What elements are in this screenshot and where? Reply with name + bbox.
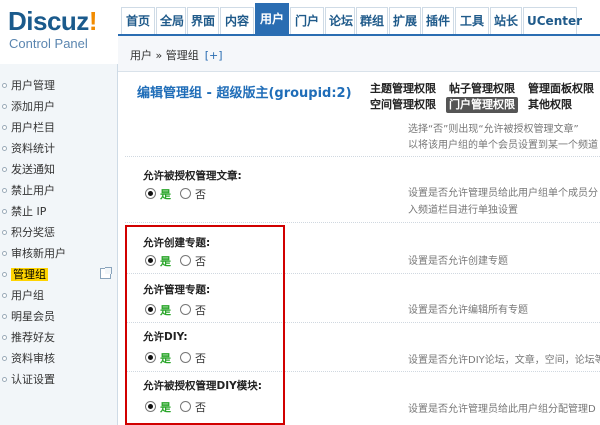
- annotation-highlight-box: [125, 225, 285, 425]
- tab-space-permissions[interactable]: 空间管理权限: [367, 97, 439, 113]
- tab-global[interactable]: 全局: [156, 7, 186, 34]
- setting-desc-create-topic: 设置是否允许创建专题: [408, 256, 508, 267]
- tab-webmaster[interactable]: 站长: [490, 7, 522, 34]
- main-content: 编辑管理组 - 超级版主(groupid:2) 主题管理权限 帖子管理权限 管理…: [119, 72, 600, 425]
- tab-tools[interactable]: 工具: [455, 7, 489, 34]
- tab-groups[interactable]: 群组: [356, 7, 388, 34]
- bullet-icon: [2, 293, 7, 298]
- bullet-icon: [2, 377, 7, 382]
- sidebar-item-profile-review[interactable]: 资料审核: [0, 349, 117, 368]
- add-shortcut-button[interactable]: [+]: [205, 49, 223, 62]
- setting-desc-allow-diy: 设置是否允许DIY论坛，文章，空间，论坛等: [408, 355, 600, 366]
- logo-subtitle: Control Panel: [9, 36, 88, 51]
- tab-interface[interactable]: 界面: [187, 7, 219, 34]
- tab-panel-permissions[interactable]: 管理面板权限: [525, 81, 597, 97]
- bullet-icon: [2, 209, 7, 214]
- tab-portal-permissions[interactable]: 门户管理权限: [446, 97, 518, 113]
- setting-desc-manage-articles-1: 设置是否允许管理员给此用户组单个成员分: [408, 188, 598, 199]
- setting-label-manage-articles: 允许被授权管理文章:: [143, 170, 242, 182]
- sidebar-item-ban-ip[interactable]: 禁止 IP: [0, 202, 117, 221]
- tab-other-permissions[interactable]: 其他权限: [525, 97, 575, 113]
- tab-home[interactable]: 首页: [121, 7, 155, 34]
- bullet-icon: [2, 188, 7, 193]
- breadcrumb-bar: 用户 » 管理组 [+]: [118, 36, 600, 72]
- tab-plugins[interactable]: 插件: [422, 7, 454, 34]
- sidebar-item-ban-user[interactable]: 禁止用户: [0, 181, 117, 200]
- sidebar-item-profile-stats[interactable]: 资料统计: [0, 139, 117, 158]
- setting-desc-manage-articles-2: 入频道栏目进行单独设置: [408, 205, 518, 216]
- top-description-2: 以将该用户组的单个会员设置到某一个频道: [408, 140, 598, 151]
- tab-users[interactable]: 用户: [255, 3, 289, 34]
- tab-forum[interactable]: 论坛: [325, 7, 355, 34]
- open-external-icon[interactable]: [100, 267, 112, 279]
- logo-brand: Discuz!: [8, 6, 97, 36]
- bullet-icon: [2, 104, 7, 109]
- bullet-icon: [2, 356, 7, 361]
- bullet-icon: [2, 146, 7, 151]
- divider: [125, 222, 600, 223]
- sidebar-item-user-columns[interactable]: 用户栏目: [0, 118, 117, 137]
- bullet-icon: [2, 335, 7, 340]
- tab-topic-permissions[interactable]: 主题管理权限: [367, 81, 439, 97]
- tab-extensions[interactable]: 扩展: [389, 7, 421, 34]
- sidebar: 用户管理 添加用户 用户栏目 资料统计 发送通知 禁止用户 禁止 IP 积分奖惩…: [0, 64, 118, 425]
- bullet-icon: [2, 167, 7, 172]
- bullet-icon: [2, 125, 7, 130]
- tab-ucenter[interactable]: UCenter: [523, 7, 582, 34]
- sidebar-item-credit-rewards[interactable]: 积分奖惩: [0, 223, 117, 242]
- divider: [125, 156, 600, 157]
- bullet-icon: [2, 251, 7, 256]
- bullet-icon: [2, 314, 7, 319]
- setting-desc-manage-diy-blocks: 设置是否允许管理员给此用户组分配管理D: [408, 404, 596, 415]
- top-description-1: 选择“否”则出现“允许被授权管理文章”: [408, 124, 579, 135]
- tab-post-permissions[interactable]: 帖子管理权限: [446, 81, 518, 97]
- sidebar-item-moderate-users[interactable]: 审核新用户: [0, 244, 117, 263]
- sidebar-item-star-members[interactable]: 明星会员: [0, 307, 117, 326]
- page-title: 编辑管理组 - 超级版主(groupid:2): [137, 86, 352, 101]
- bullet-icon: [2, 83, 7, 88]
- bullet-icon: [2, 230, 7, 235]
- sidebar-item-send-notice[interactable]: 发送通知: [0, 160, 117, 179]
- sidebar-item-admin-groups[interactable]: 管理组: [0, 265, 117, 284]
- top-nav: 首页 全局 界面 内容 用户 门户 论坛 群组 扩展 插件 工具 站长 UCen…: [118, 0, 600, 34]
- logo: Discuz! Control Panel: [0, 0, 118, 64]
- sidebar-item-add-user[interactable]: 添加用户: [0, 97, 117, 116]
- breadcrumb: 用户 » 管理组 [+]: [130, 49, 223, 62]
- setting-desc-manage-topic: 设置是否允许编辑所有专题: [408, 305, 528, 316]
- radio-no[interactable]: [180, 188, 191, 199]
- sidebar-item-user-management[interactable]: 用户管理: [0, 76, 117, 95]
- radio-yes[interactable]: [145, 188, 156, 199]
- bullet-icon: [2, 272, 7, 277]
- tab-portal[interactable]: 门户: [290, 7, 324, 34]
- tab-content[interactable]: 内容: [220, 7, 254, 34]
- sidebar-item-user-groups[interactable]: 用户组: [0, 286, 117, 305]
- sidebar-item-verification[interactable]: 认证设置: [0, 370, 117, 389]
- sidebar-item-invite-friends[interactable]: 推荐好友: [0, 328, 117, 347]
